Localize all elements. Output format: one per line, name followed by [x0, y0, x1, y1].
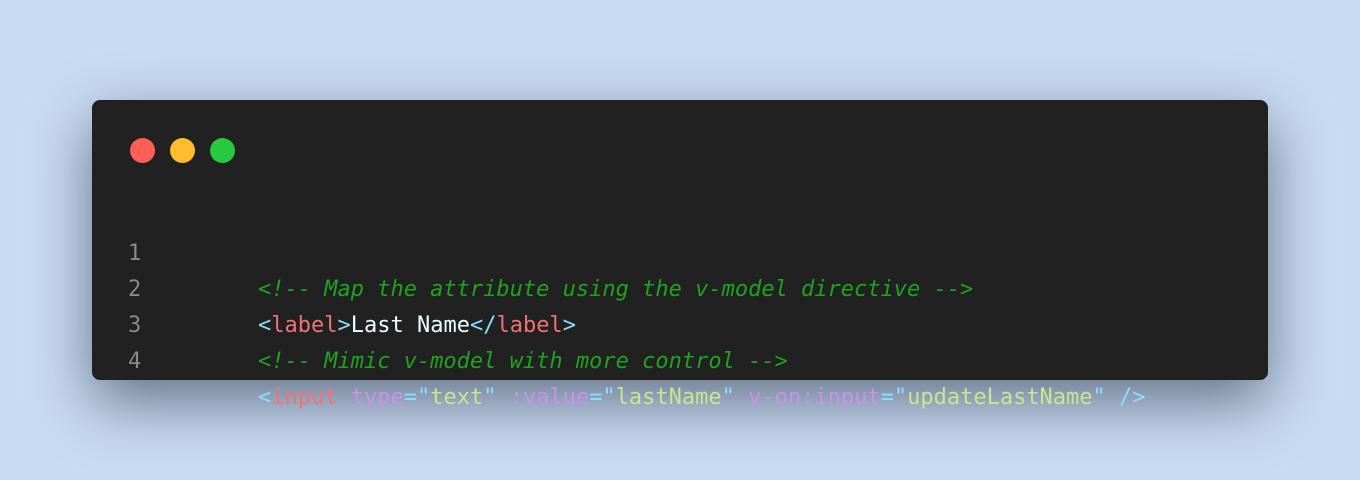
- maximize-dot-icon[interactable]: [210, 138, 235, 163]
- code-line-content: <input type="text" :value="lastName" v-o…: [258, 380, 1146, 416]
- code-line: 3 <!-- Mimic v-model with more control -…: [92, 272, 1268, 374]
- tag-name: input: [271, 385, 338, 410]
- minimize-dot-icon[interactable]: [170, 138, 195, 163]
- attribute-value: text: [430, 385, 484, 410]
- quote-mark: ": [1092, 385, 1106, 410]
- quote-mark: ": [416, 385, 431, 410]
- equals-sign: =: [880, 385, 894, 410]
- line-number: 4: [128, 349, 142, 374]
- code-window: 1 <!-- Map the attribute using the v-mod…: [92, 100, 1268, 410]
- code-block: 1 <!-- Map the attribute using the v-mod…: [92, 200, 1268, 410]
- html-comment: <!-- Mimic v-model with more control -->: [258, 349, 788, 374]
- quote-mark: ": [721, 385, 735, 410]
- equals-sign: =: [589, 385, 603, 410]
- quote-mark: ": [483, 385, 497, 410]
- quote-mark: ": [602, 385, 616, 410]
- attribute-name: v-on:input: [748, 385, 881, 410]
- attribute-value: lastName: [615, 385, 722, 410]
- equals-sign: =: [403, 385, 417, 410]
- self-closing-bracket: />: [1119, 385, 1146, 410]
- attribute-value: updateLastName: [907, 385, 1093, 410]
- code-line: 1 <!-- Map the attribute using the v-mod…: [92, 200, 1268, 302]
- attribute-name: :value: [509, 385, 590, 410]
- code-line: 4 <input type="text" :value="lastName" v…: [92, 308, 1268, 410]
- window-controls: [130, 138, 235, 163]
- attribute-name: type: [350, 385, 404, 410]
- code-line: 2 <label>Last Name</label>: [92, 236, 1268, 338]
- close-dot-icon[interactable]: [130, 138, 155, 163]
- tag-open-bracket: <: [258, 385, 272, 410]
- quote-mark: ": [893, 385, 908, 410]
- code-line-content: <!-- Mimic v-model with more control -->: [258, 344, 788, 380]
